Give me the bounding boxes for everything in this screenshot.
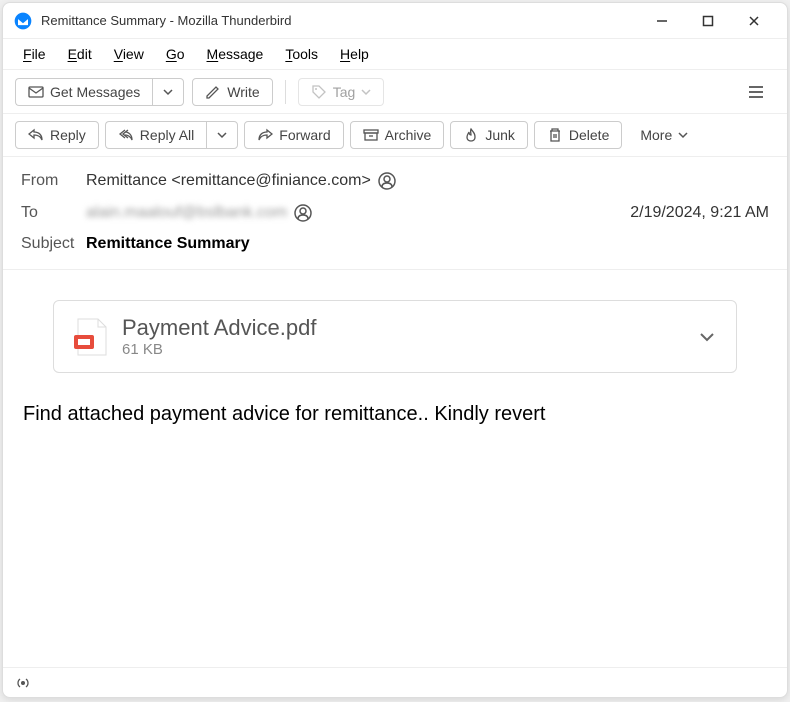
menu-help[interactable]: Help: [330, 42, 379, 66]
menu-message[interactable]: Message: [197, 42, 274, 66]
app-window: Remittance Summary - Mozilla Thunderbird…: [2, 2, 788, 698]
reply-all-icon: [118, 127, 134, 143]
junk-button[interactable]: Junk: [450, 121, 528, 149]
titlebar: Remittance Summary - Mozilla Thunderbird: [3, 3, 787, 39]
write-button[interactable]: Write: [192, 78, 272, 106]
reply-button[interactable]: Reply: [15, 121, 99, 149]
reply-icon: [28, 127, 44, 143]
archive-label: Archive: [385, 127, 432, 143]
to-row: To alain.maalouf@bslbank.com 2/19/2024, …: [21, 197, 769, 229]
window-title: Remittance Summary - Mozilla Thunderbird: [41, 13, 639, 28]
delete-button[interactable]: Delete: [534, 121, 622, 149]
contact-icon[interactable]: [377, 171, 397, 191]
archive-button[interactable]: Archive: [350, 121, 445, 149]
close-button[interactable]: [731, 5, 777, 37]
attachment-size: 61 KB: [122, 341, 684, 358]
attachment-box[interactable]: Payment Advice.pdf 61 KB: [53, 300, 737, 373]
chevron-down-icon: [163, 87, 173, 97]
to-value: alain.maalouf@bslbank.com: [86, 204, 287, 222]
chevron-down-icon[interactable]: [698, 328, 716, 346]
minimize-button[interactable]: [639, 5, 685, 37]
more-button[interactable]: More: [628, 122, 700, 148]
reply-all-button[interactable]: Reply All: [105, 121, 206, 149]
write-label: Write: [227, 84, 259, 100]
menu-view[interactable]: View: [104, 42, 154, 66]
statusbar: [3, 667, 787, 697]
reply-all-label: Reply All: [140, 127, 194, 143]
subject-label: Subject: [21, 235, 86, 253]
archive-icon: [363, 127, 379, 143]
attachment-info: Payment Advice.pdf 61 KB: [122, 315, 684, 358]
from-label: From: [21, 172, 86, 190]
trash-icon: [547, 127, 563, 143]
hamburger-menu[interactable]: [737, 77, 775, 107]
connection-icon[interactable]: [15, 675, 31, 691]
junk-label: Junk: [485, 127, 515, 143]
maximize-button[interactable]: [685, 5, 731, 37]
get-messages-button[interactable]: Get Messages: [15, 78, 152, 106]
more-label: More: [640, 127, 672, 143]
email-header: From Remittance <remittance@finiance.com…: [3, 157, 787, 270]
chevron-down-icon: [678, 130, 688, 140]
forward-icon: [257, 127, 273, 143]
forward-button[interactable]: Forward: [244, 121, 343, 149]
to-label: To: [21, 204, 86, 222]
contact-icon[interactable]: [293, 203, 313, 223]
tag-icon: [311, 84, 327, 100]
subject-row: Subject Remittance Summary: [21, 229, 769, 259]
body-text: Find attached payment advice for remitta…: [23, 403, 545, 425]
get-messages-dropdown[interactable]: [152, 78, 184, 106]
menu-tools[interactable]: Tools: [275, 42, 328, 66]
flame-icon: [463, 127, 479, 143]
from-value: Remittance <remittance@finiance.com>: [86, 172, 371, 190]
email-body: Find attached payment advice for remitta…: [3, 393, 787, 436]
tag-label: Tag: [333, 84, 356, 100]
get-messages-label: Get Messages: [50, 84, 140, 100]
tag-button[interactable]: Tag: [298, 78, 385, 106]
menu-go[interactable]: Go: [156, 42, 195, 66]
forward-label: Forward: [279, 127, 330, 143]
thunderbird-icon: [13, 11, 33, 31]
chevron-down-icon: [361, 87, 371, 97]
menu-edit[interactable]: Edit: [58, 42, 102, 66]
pencil-icon: [205, 84, 221, 100]
subject-value: Remittance Summary: [86, 235, 250, 253]
delete-label: Delete: [569, 127, 609, 143]
main-toolbar: Get Messages Write Tag: [3, 69, 787, 113]
attachment-name: Payment Advice.pdf: [122, 315, 684, 341]
separator: [285, 80, 286, 104]
message-toolbar: Reply Reply All Forward: [3, 113, 787, 157]
menu-file[interactable]: File: [13, 42, 56, 66]
from-row: From Remittance <remittance@finiance.com…: [21, 165, 769, 197]
envelope-icon: [28, 84, 44, 100]
reply-all-dropdown[interactable]: [206, 121, 238, 149]
reply-label: Reply: [50, 127, 86, 143]
window-controls: [639, 5, 777, 37]
menubar: File Edit View Go Message Tools Help: [3, 39, 787, 69]
email-date: 2/19/2024, 9:21 AM: [630, 204, 769, 222]
chevron-down-icon: [217, 130, 227, 140]
pdf-file-icon: [74, 317, 108, 357]
